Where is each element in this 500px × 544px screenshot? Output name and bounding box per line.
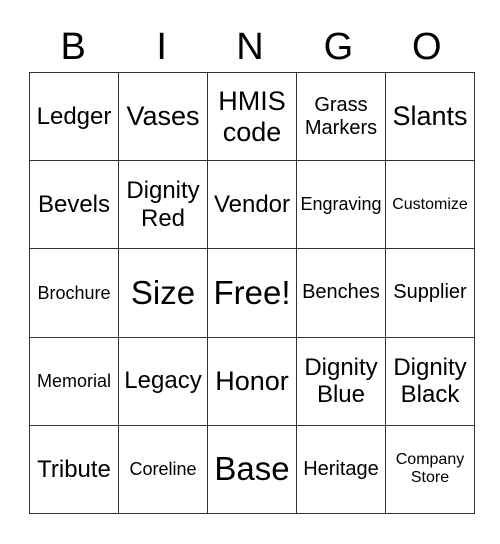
bingo-cell[interactable]: Free!	[207, 248, 297, 338]
header-letter-g: G	[323, 26, 354, 68]
bingo-row: Ledger Vases HMIS code Grass Markers Slants	[29, 71, 475, 162]
cell-text-line1: Size	[130, 274, 196, 311]
cell-text-line1: Vases	[126, 101, 200, 132]
header-letter-b: B	[60, 26, 86, 68]
bingo-cell[interactable]: Vendor	[207, 160, 297, 250]
cell-text-line1: Engraving	[300, 194, 382, 215]
cell-text-line2: Blue	[316, 381, 366, 409]
cell-text-line1: Benches	[302, 281, 380, 304]
cell-text-line1: Customize	[392, 195, 468, 213]
cell-text-line1: Free!	[213, 274, 291, 311]
bingo-cell[interactable]: Legacy	[118, 336, 208, 426]
bingo-cell[interactable]: Coreline	[118, 424, 208, 515]
bingo-cell[interactable]: Honor	[207, 336, 297, 426]
bingo-row: Bevels Dignity Red Vendor Engraving Customize	[29, 160, 475, 250]
bingo-cell[interactable]: Dignity Black	[385, 336, 475, 426]
cell-text-line2: Black	[400, 381, 460, 409]
bingo-cell[interactable]: Brochure	[29, 248, 119, 338]
bingo-cell[interactable]: Supplier	[385, 248, 475, 338]
header-letter-n: N	[236, 26, 264, 68]
cell-text-line1: Base	[214, 450, 290, 488]
bingo-cell[interactable]: Memorial	[29, 336, 119, 426]
bingo-cell[interactable]: Vases	[118, 71, 208, 162]
cell-text-line1: Dignity	[126, 177, 200, 205]
bingo-cell[interactable]: Tribute	[29, 424, 119, 515]
bingo-cell[interactable]: Company Store	[385, 424, 475, 515]
cell-text-line1: Honor	[215, 365, 289, 396]
bingo-cell[interactable]: Heritage	[296, 424, 386, 515]
bingo-cell[interactable]: Base	[207, 424, 297, 515]
cell-text-line2: Markers	[304, 116, 378, 139]
cell-text-line2: Red	[140, 204, 186, 232]
cell-text-line1: Vendor	[213, 190, 291, 218]
header-letter-o: O	[412, 26, 442, 68]
cell-text-line1: Grass	[314, 93, 368, 116]
bingo-cell[interactable]: Bevels	[29, 160, 119, 250]
bingo-cell[interactable]: HMIS code	[207, 71, 297, 162]
header-letter-i: I	[156, 26, 167, 68]
cell-text-line1: HMIS	[218, 85, 286, 116]
cell-text-line1: Coreline	[129, 459, 197, 480]
bingo-cell[interactable]: Grass Markers	[296, 71, 386, 162]
cell-text-line2: code	[222, 116, 282, 147]
cell-text-line1: Company	[395, 450, 465, 468]
bingo-cell[interactable]: Size	[118, 248, 208, 338]
bingo-header: B I N G O	[29, 22, 471, 72]
cell-text-line1: Slants	[392, 101, 468, 132]
cell-text-line1: Dignity	[304, 353, 378, 381]
bingo-cell[interactable]: Engraving	[296, 160, 386, 250]
cell-text-line1: Legacy	[124, 367, 202, 395]
cell-text-line1: Bevels	[37, 190, 111, 218]
cell-text-line1: Brochure	[37, 282, 111, 303]
bingo-cell[interactable]: Slants	[385, 71, 475, 162]
cell-text-line2: Store	[410, 469, 450, 487]
cell-text-line1: Ledger	[36, 102, 112, 130]
bingo-cell[interactable]: Ledger	[29, 71, 119, 162]
bingo-cell[interactable]: Customize	[385, 160, 475, 250]
bingo-row: Brochure Size Free! Benches Supplier	[29, 248, 475, 338]
cell-text-line1: Memorial	[36, 370, 111, 391]
cell-text-line1: Dignity	[393, 353, 467, 381]
cell-text-line1: Tribute	[37, 455, 111, 483]
bingo-grid: Ledger Vases HMIS code Grass Markers Slants Bev…	[29, 71, 475, 515]
bingo-row: Tribute Coreline Base Heritage Company Store	[29, 424, 475, 515]
cell-text-line1: Heritage	[303, 457, 379, 480]
bingo-cell[interactable]: Dignity Red	[118, 160, 208, 250]
bingo-cell[interactable]: Dignity Blue	[296, 336, 386, 426]
bingo-cell[interactable]: Benches	[296, 248, 386, 338]
cell-text-line1: Supplier	[393, 281, 467, 304]
bingo-row: Memorial Legacy Honor Dignity Blue Dignity Bla…	[29, 336, 475, 426]
